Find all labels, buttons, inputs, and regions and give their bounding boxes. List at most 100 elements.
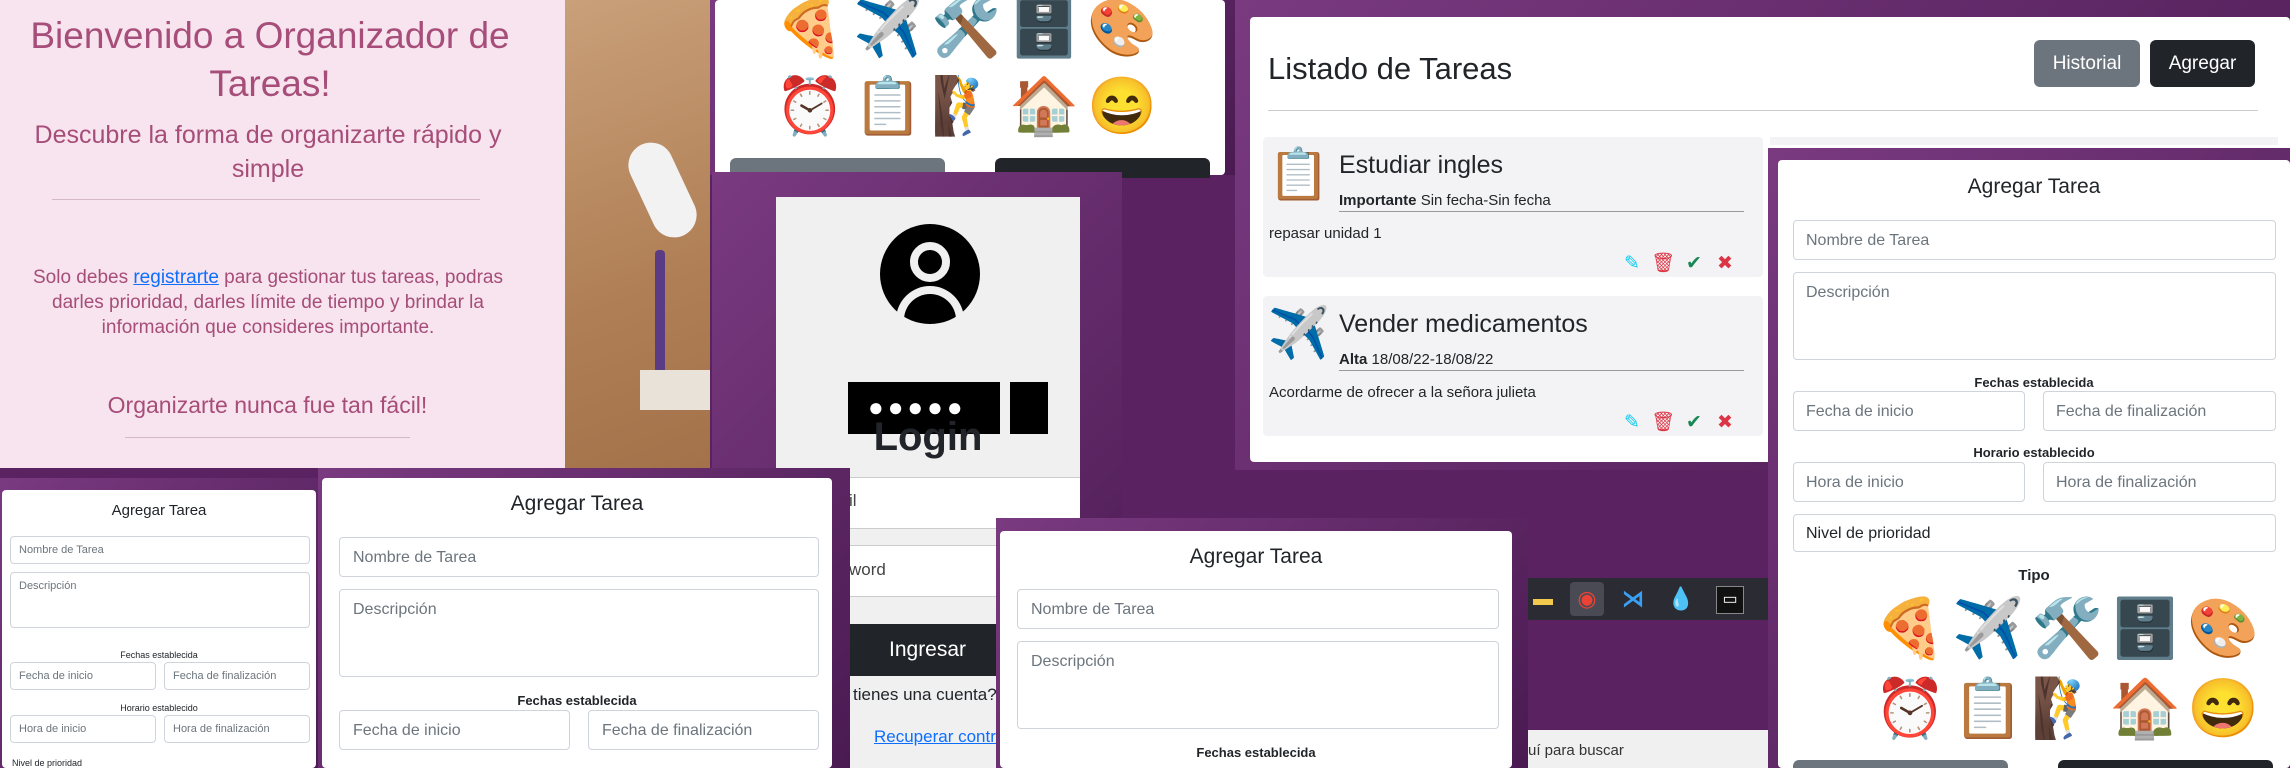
- edit-icon[interactable]: ✎: [1620, 410, 1644, 434]
- start-date-input-small[interactable]: Fecha de inicio: [10, 662, 156, 690]
- hours-label-right: Horario establecido: [1973, 445, 2095, 460]
- delete-icon[interactable]: 🗑: [1651, 251, 1675, 275]
- form-title-center: Agregar Tarea: [1189, 545, 1323, 568]
- delete-icon[interactable]: 🗑: [1651, 410, 1675, 434]
- welcome-panel: Bienvenido a Organizador de Tareas! Desc…: [0, 0, 565, 468]
- end-hour-input-right[interactable]: Hora de finalización: [2043, 462, 2276, 502]
- start-date-placeholder-medium: Fecha de inicio: [353, 722, 461, 739]
- file-explorer-icon[interactable]: ▬: [1530, 586, 1556, 612]
- chrome-icon[interactable]: ◉: [1570, 582, 1604, 616]
- welcome-body: Solo debes registrarte para gestionar tu…: [28, 265, 508, 340]
- task-description-placeholder-medium: Descripción: [353, 601, 437, 618]
- clock-icon[interactable]: ⏰: [775, 73, 845, 139]
- login-password-placeholder: word: [849, 560, 886, 579]
- vscode-icon[interactable]: ⋊: [1620, 586, 1646, 612]
- divider: [52, 199, 480, 200]
- task-description: Acordarme de ofrecer a la señora julieta: [1269, 384, 1536, 401]
- edit-icon[interactable]: ✎: [1620, 251, 1644, 275]
- end-date-placeholder-medium: Fecha de finalización: [602, 722, 753, 739]
- task-name-input-center[interactable]: Nombre de Tarea: [1017, 589, 1499, 629]
- done-icon[interactable]: ✔: [1682, 251, 1706, 275]
- end-hour-placeholder: Hora de finalización: [2056, 474, 2197, 491]
- terminal-icon[interactable]: ▭: [1716, 586, 1744, 614]
- form-right-button-gray[interactable]: [1793, 760, 2008, 768]
- task-description-placeholder-small: Descripción: [19, 580, 77, 592]
- palette-icon[interactable]: 🎨: [1087, 0, 1157, 61]
- task-name-input-medium[interactable]: Nombre de Tarea: [339, 537, 819, 577]
- person-icon[interactable]: 🧗: [931, 73, 1001, 139]
- notebook-image: [640, 370, 710, 410]
- notepad-icon[interactable]: 📋: [853, 73, 923, 139]
- priority-select-small[interactable]: Nivel de prioridad: [12, 758, 82, 768]
- add-task-button[interactable]: Agregar: [2150, 40, 2255, 87]
- tasklist-right-area: [1770, 137, 2278, 145]
- task-meta: Importante Sin fecha-Sin fecha: [1339, 192, 1744, 212]
- clock-icon[interactable]: ⏰: [1874, 676, 1946, 744]
- notepad-icon[interactable]: 📋: [1952, 676, 2024, 744]
- tools-icon[interactable]: 🛠️: [931, 0, 1001, 61]
- end-date-placeholder: Fecha de finalización: [2056, 403, 2207, 420]
- login-email-placeholder: il: [849, 491, 857, 510]
- welcome-title: Bienvenido a Organizador de Tareas!: [30, 15, 510, 104]
- tools-icon[interactable]: 🛠️: [2031, 596, 2103, 664]
- task-card: 📋 Estudiar ingles Importante Sin fecha-Sin…: [1263, 137, 1763, 277]
- smile-icon[interactable]: 😄: [2187, 676, 2259, 744]
- end-hour-input-small[interactable]: Hora de finalización: [164, 715, 310, 743]
- mouse-image: [620, 135, 705, 245]
- login-submit-label: Ingresar: [889, 638, 967, 661]
- tasklist-divider: [1268, 110, 2258, 111]
- start-hour-input-right[interactable]: Hora de inicio: [1793, 462, 2025, 502]
- task-description-input-right[interactable]: Descripción: [1793, 272, 2276, 360]
- desk-icon[interactable]: 🗄️: [2109, 596, 2181, 664]
- start-date-input-right[interactable]: Fecha de inicio: [1793, 391, 2025, 431]
- taskbar: ▬ ◉ ⋊ 💧 ▭: [1528, 578, 1770, 620]
- done-icon[interactable]: ✔: [1682, 410, 1706, 434]
- palette-icon[interactable]: 🎨: [2187, 596, 2259, 664]
- start-date-placeholder-small: Fecha de inicio: [19, 670, 93, 682]
- taskbar-search[interactable]: uí para buscar: [1528, 730, 1770, 768]
- welcome-tagline: Organizarte nunca fue tan fácil!: [107, 392, 428, 418]
- paper-plane-icon[interactable]: ✈️: [1952, 596, 2024, 664]
- recover-password-link[interactable]: Recuperar contra: [874, 727, 1005, 747]
- person-icon[interactable]: 🧗: [2031, 676, 2103, 744]
- task-name-input-right[interactable]: Nombre de Tarea: [1793, 220, 2276, 260]
- pen-image: [655, 250, 665, 380]
- task-name-placeholder-small: Nombre de Tarea: [19, 544, 104, 556]
- start-hour-placeholder: Hora de inicio: [1806, 474, 1904, 491]
- task-name-input-small[interactable]: Nombre de Tarea: [10, 536, 310, 564]
- tasklist-heading: Listado de Tareas: [1268, 51, 1513, 86]
- smile-icon[interactable]: 😄: [1087, 73, 1157, 139]
- priority-select-value: Nivel de prioridad: [1806, 525, 1931, 542]
- start-hour-input-small[interactable]: Hora de inicio: [10, 715, 156, 743]
- welcome-body-start: Solo debes: [33, 267, 134, 288]
- close-icon[interactable]: ✖: [1713, 410, 1737, 434]
- task-description-placeholder-center: Descripción: [1031, 653, 1115, 670]
- task-description-input-center[interactable]: Descripción: [1017, 641, 1499, 729]
- end-date-input-medium[interactable]: Fecha de finalización: [588, 710, 819, 750]
- desk-icon[interactable]: 🗄️: [1009, 0, 1079, 61]
- start-date-input-medium[interactable]: Fecha de inicio: [339, 710, 570, 750]
- end-date-placeholder-small: Fecha de finalización: [173, 670, 277, 682]
- end-date-input-right[interactable]: Fecha de finalización: [2043, 391, 2276, 431]
- close-icon[interactable]: ✖: [1713, 251, 1737, 275]
- login-no-account: tienes una cuenta? R: [853, 685, 1014, 705]
- task-priority: Importante: [1339, 192, 1417, 209]
- priority-select-right[interactable]: Nivel de prioridad: [1793, 514, 2276, 552]
- paper-plane-icon[interactable]: ✈️: [853, 0, 923, 61]
- paint-icon[interactable]: 💧: [1667, 586, 1694, 612]
- dates-label-medium: Fechas establecida: [517, 693, 637, 708]
- end-date-input-small[interactable]: Fecha de finalización: [164, 662, 310, 690]
- pizza-icon[interactable]: 🍕: [1874, 596, 1946, 664]
- login-title: Login: [873, 415, 983, 459]
- history-button[interactable]: Historial: [2034, 40, 2140, 87]
- end-hour-placeholder-small: Hora de finalización: [173, 723, 270, 735]
- pizza-icon[interactable]: 🍕: [775, 0, 845, 61]
- house-icon[interactable]: 🏠: [2109, 676, 2181, 744]
- task-description-input-medium[interactable]: Descripción: [339, 589, 819, 677]
- register-link[interactable]: registrarte: [133, 267, 219, 288]
- house-icon[interactable]: 🏠: [1009, 73, 1079, 139]
- form-card-right: Agregar Tarea Nombre de Tarea Descripció…: [1778, 160, 2290, 768]
- form-right-button-dark[interactable]: [2058, 760, 2273, 768]
- form-card-center: Agregar Tarea Nombre de Tarea Descripció…: [1000, 531, 1512, 768]
- task-description-input-small[interactable]: Descripción: [10, 572, 310, 628]
